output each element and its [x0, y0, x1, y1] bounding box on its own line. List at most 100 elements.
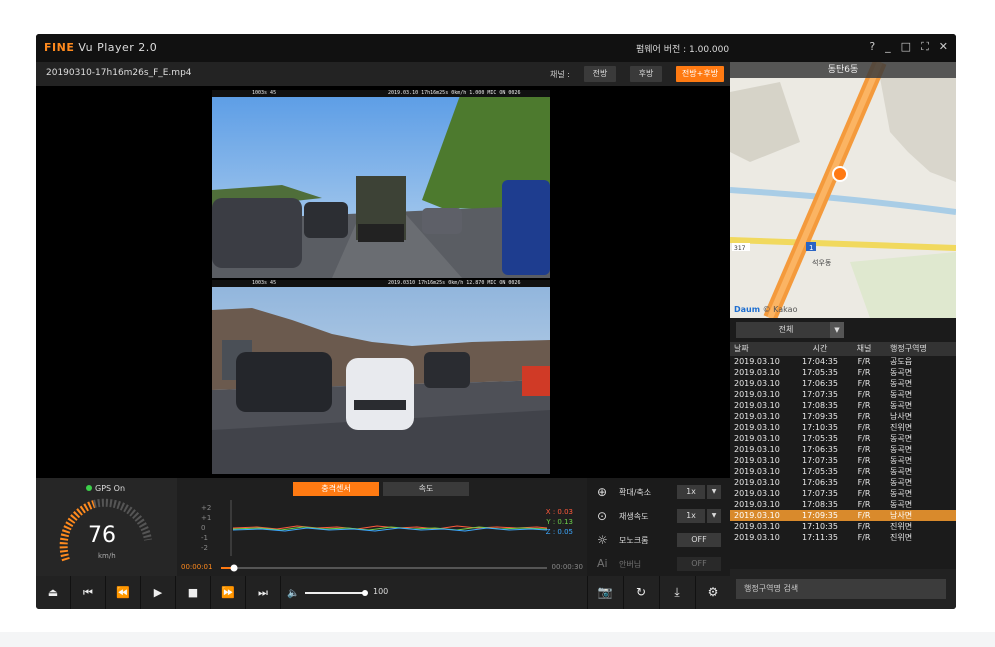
table-row[interactable]: 2019.03.10 17:08:35 F/R 동곡면	[730, 499, 956, 510]
table-cell: 17:06:35	[802, 478, 838, 487]
table-row[interactable]: 2019.03.10 17:10:35 F/R 진위면	[730, 521, 956, 532]
skip-end-icon[interactable]: ⏭	[246, 576, 281, 609]
table-row[interactable]: 2019.03.10 17:07:35 F/R 동곡면	[730, 389, 956, 400]
volume-icon: 🔈	[287, 588, 299, 599]
zoom-icon: ⊕	[597, 485, 608, 499]
player-window: FINE Vu Player 2.0 펌웨어 버전 : 1.00.000 ? _…	[36, 34, 956, 609]
table-row[interactable]: 2019.03.10 17:06:35 F/R 동곡면	[730, 444, 956, 455]
close-icon[interactable]: ✕	[939, 40, 948, 54]
x-value: X : 0.03	[545, 508, 573, 516]
firmware-version: 펌웨어 버전 : 1.00.000	[636, 45, 730, 55]
table-cell: 17:05:35	[802, 467, 838, 476]
log-filter-select[interactable]: 전체	[736, 322, 836, 338]
download-icon[interactable]: ⤓	[659, 576, 694, 609]
ai-toggle[interactable]: OFF	[677, 557, 721, 571]
timeline[interactable]: 00:00:01 00:00:30	[177, 560, 587, 576]
skip-start-icon[interactable]: ⏮	[71, 576, 106, 609]
table-cell: 동곡면	[890, 478, 913, 487]
table-cell: 2019.03.10	[734, 423, 780, 432]
col-channel: 채널	[856, 344, 872, 353]
rewind-icon[interactable]: ⏪	[106, 576, 141, 609]
channel-both-button[interactable]: 전방+후방	[676, 66, 724, 82]
table-row[interactable]: 2019.03.10 17:05:35 F/R 동곡면	[730, 433, 956, 444]
table-row[interactable]: 2019.03.10 17:08:35 F/R 동곡면	[730, 400, 956, 411]
zoom-select[interactable]: 1x	[677, 485, 705, 499]
channel-front-button[interactable]: 전방	[584, 66, 616, 82]
table-cell: 2019.03.10	[734, 412, 780, 421]
col-time: 시간	[812, 344, 828, 353]
chevron-down-icon[interactable]: ▼	[830, 322, 844, 338]
speed-unit: km/h	[98, 552, 116, 560]
table-cell: 17:09:35	[802, 412, 838, 421]
search-row: 행정구역명 검색	[730, 569, 956, 609]
table-row[interactable]: 2019.03.10 17:05:35 F/R 동곡면	[730, 466, 956, 477]
table-cell: 동곡면	[890, 379, 913, 388]
table-row[interactable]: 2019.03.10 17:11:35 F/R 진위면	[730, 532, 956, 543]
monochrome-label: 모노크롬	[619, 536, 649, 545]
play-icon[interactable]: ▶	[141, 576, 176, 609]
table-cell: F/R	[857, 434, 871, 443]
table-cell: 2019.03.10	[734, 478, 780, 487]
map-place-label: 석우동	[812, 258, 832, 267]
video-area[interactable]: 1003s 45 2019.03.10 17h16m25s 0km/h 1.000…	[36, 86, 730, 478]
col-date: 날짜	[734, 344, 749, 353]
map-credit: Daum © Kakao	[734, 305, 798, 314]
help-icon[interactable]: ?	[869, 40, 875, 54]
log-table-header: 날짜 시간 채널 행정구역명	[730, 342, 956, 356]
table-row[interactable]: 2019.03.10 17:05:35 F/R 동곡면	[730, 367, 956, 378]
rear-camera-frame: 1003s 45 2019.0310 17h16m25s 0km/h 12.870…	[212, 280, 550, 474]
table-cell: 17:10:35	[802, 522, 838, 531]
table-row[interactable]: 2019.03.10 17:09:35 F/R 남사면	[730, 510, 956, 521]
table-cell: 17:06:35	[802, 379, 838, 388]
ai-icon: Ai	[597, 557, 608, 570]
table-row[interactable]: 2019.03.10 17:06:35 F/R 동곡면	[730, 477, 956, 488]
chevron-down-icon[interactable]: ▼	[707, 485, 721, 499]
table-cell: 2019.03.10	[734, 379, 780, 388]
volume-control[interactable]: 🔈 100	[281, 576, 401, 609]
table-cell: 동곡면	[890, 390, 913, 399]
sensor-graph-panel: 충격센서 속도 +2 +1 0 -1 -2 X : 0.03 Y : 0.13 …	[177, 478, 587, 576]
table-cell: 동곡면	[890, 368, 913, 377]
gear-icon[interactable]: ⚙	[695, 576, 730, 609]
stop-icon[interactable]: ■	[176, 576, 211, 609]
zoom-label: 확대/축소	[619, 488, 652, 497]
window-controls: ? _ □ ⛶ ✕	[869, 40, 948, 54]
monochrome-toggle[interactable]: OFF	[677, 533, 721, 547]
table-cell: 2019.03.10	[734, 511, 780, 520]
eject-icon[interactable]: ⏏	[36, 576, 71, 609]
table-cell: 동곡면	[890, 456, 913, 465]
chevron-down-icon[interactable]: ▼	[707, 509, 721, 523]
fast-forward-icon[interactable]: ⏩	[211, 576, 246, 609]
front-camera-frame: 1003s 45 2019.03.10 17h16m25s 0km/h 1.000…	[212, 90, 550, 278]
table-cell: 2019.03.10	[734, 533, 780, 542]
table-cell: 동곡면	[890, 434, 913, 443]
restore-icon[interactable]: □	[901, 40, 911, 54]
table-row[interactable]: 2019.03.10 17:04:35 F/R 공도읍	[730, 356, 956, 367]
y-value: Y : 0.13	[546, 518, 573, 526]
front-camera-image	[212, 90, 550, 278]
title-bar: FINE Vu Player 2.0 펌웨어 버전 : 1.00.000 ? _…	[36, 34, 956, 62]
table-row[interactable]: 2019.03.10 17:06:35 F/R 동곡면	[730, 378, 956, 389]
table-row[interactable]: 2019.03.10 17:10:35 F/R 진위면	[730, 422, 956, 433]
channel-rear-button[interactable]: 후방	[630, 66, 662, 82]
map-panel[interactable]: 317 1 석우동 동탄6동 Daum © Kakao	[730, 62, 956, 318]
table-row[interactable]: 2019.03.10 17:07:35 F/R 동곡면	[730, 488, 956, 499]
playback-speed-select[interactable]: 1x	[677, 509, 705, 523]
table-cell: 남사면	[890, 412, 913, 421]
camera-icon[interactable]: 📷	[587, 576, 622, 609]
table-cell: 2019.03.10	[734, 522, 780, 531]
table-cell: F/R	[857, 357, 871, 366]
minimize-icon[interactable]: _	[885, 40, 891, 54]
speed-gauge-panel: GPS On 76 km/h	[36, 478, 177, 576]
table-cell: 2019.03.10	[734, 445, 780, 454]
table-cell: 2019.03.10	[734, 390, 780, 399]
table-cell: F/R	[857, 478, 871, 487]
table-cell: F/R	[857, 390, 871, 399]
district-search-input[interactable]: 행정구역명 검색	[736, 579, 946, 599]
fullscreen-icon[interactable]: ⛶	[921, 40, 929, 54]
table-row[interactable]: 2019.03.10 17:09:35 F/R 남사면	[730, 411, 956, 422]
table-row[interactable]: 2019.03.10 17:07:35 F/R 동곡면	[730, 455, 956, 466]
rear-camera-image	[212, 280, 550, 474]
log-table[interactable]: 날짜 시간 채널 행정구역명 2019.03.10 17:04:35 F/R 공도읍 2…	[730, 342, 956, 569]
rotate-icon[interactable]: ↻	[623, 576, 658, 609]
